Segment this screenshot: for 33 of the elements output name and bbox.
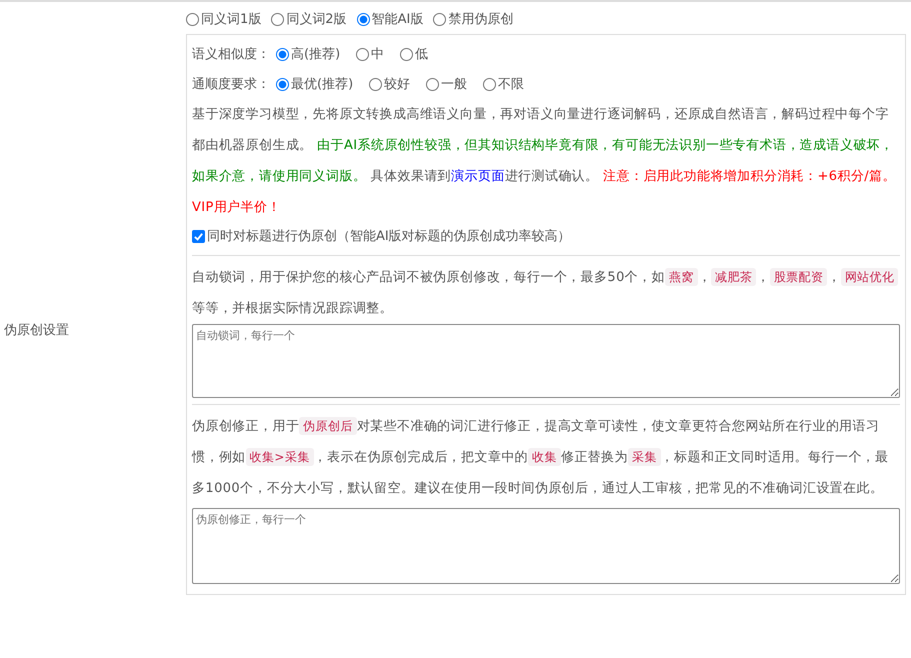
radio-option[interactable]: 禁用伪原创 — [433, 10, 514, 28]
radio-option[interactable]: 一般 — [426, 75, 468, 93]
radio-icon — [483, 78, 496, 90]
radio-icon — [356, 12, 370, 26]
demo-page-link[interactable]: 演示页面 — [451, 169, 505, 184]
radio-option[interactable]: 同义词1版 — [186, 10, 262, 28]
radio-icon — [400, 48, 414, 60]
checkbox-icon — [192, 230, 205, 242]
radio-icon — [271, 12, 284, 26]
corrections-field[interactable]: 伪原创修正，每行一个 — [192, 508, 900, 584]
radio-option[interactable]: 智能AI版 — [356, 10, 424, 28]
radio-icon — [276, 78, 289, 90]
lock-words-text: 自动锁词，用于保护您的核心产品词不被伪原创修改，每行一个，最多50个，如 燕窝 ， 减肥茶 ， 股票配资 ， 网站优化 等等，并根据实际情况跟踪调整。 — [192, 262, 900, 324]
option-label: 通顺度要求： — [192, 76, 270, 93]
title-checkbox[interactable]: 同时对标题进行伪原创（智能AI版对标题的伪原创成功率较高） — [192, 223, 900, 249]
description-text: 基于深度学习模型，先将原文转换成高维语义向量，再对语义向量进行逐词解码，还原成自然语言，解码过程中每个字都由机器原创生成。 由于AI系统原创性较强，但其知识结构毕竟有限，有可能无法识别一些专有术语，造成语义破坏，如果介意，请使用同义词版。 具体效果请到演示页面进行测试确认。 注意：启用此功能将增加积分消耗：+6积分/篇。VIP用户半价！ — [192, 106, 897, 217]
radio-option[interactable]: 最优(推荐) — [276, 75, 354, 93]
radio-icon — [186, 12, 199, 26]
radio-icon — [276, 48, 289, 60]
lock-words-field[interactable]: 自动锁词，每行一个 — [192, 324, 900, 398]
radio-option[interactable]: 低 — [400, 45, 428, 63]
corrections-text: 伪原创修正，用于 伪原创后 对某些不准确的词汇进行修正，提高文章可读性，使文章更符合您网站所在行业的用语习惯，例如 收集>采集 ，表示在伪原创完成后，把文章中的 收集 修正替换为 采集 ，标题和正文同时适用。每行一个，最多1000个，不分大小写，默认留空。建议在使用一段时间伪原创后，通过人工审核，把常见的不准确词汇设置在此。 — [192, 416, 890, 498]
radio-icon — [356, 48, 370, 60]
radio-icon — [369, 78, 382, 90]
option-label: 语义相似度： — [192, 46, 270, 63]
radio-option[interactable]: 较好 — [369, 75, 410, 93]
section-label: 伪原创设置 — [4, 322, 69, 339]
radio-option[interactable]: 不限 — [483, 75, 524, 93]
radio-option[interactable]: 同义词2版 — [271, 10, 347, 28]
radio-icon — [426, 78, 440, 90]
radio-option[interactable]: 高(推荐) — [276, 45, 340, 63]
radio-icon — [433, 12, 446, 26]
radio-option[interactable]: 中 — [356, 45, 384, 63]
